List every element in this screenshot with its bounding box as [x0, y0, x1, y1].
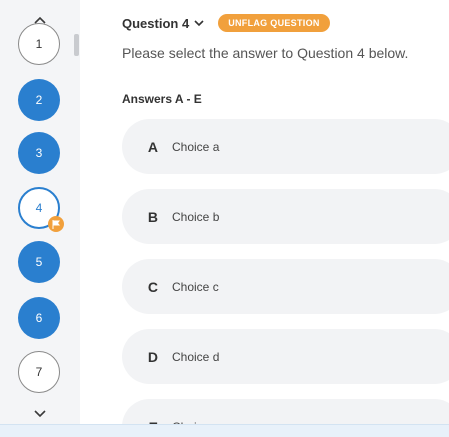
choice-b[interactable]: B Choice b [122, 189, 449, 244]
chevron-down-icon [194, 19, 204, 26]
flag-icon [52, 219, 60, 229]
choice-text: Choice b [172, 209, 220, 224]
choice-text: Choice a [172, 139, 220, 154]
question-number: 6 [35, 311, 43, 325]
question-4-button[interactable]: 4 [18, 187, 64, 232]
choice-letter: D [147, 348, 158, 365]
question-navigator: 1 2 3 4 5 6 7 [0, 0, 80, 424]
question-7-button[interactable]: 7 [18, 351, 60, 393]
question-number: 5 [35, 255, 43, 269]
choice-text: Choice d [172, 349, 220, 364]
question-panel: Question 4 UNFLAG QUESTION Please select… [80, 0, 449, 437]
question-number: 4 [35, 201, 43, 215]
choice-c[interactable]: C Choice c [122, 259, 449, 314]
question-number: 1 [35, 37, 43, 51]
question-number: 7 [35, 365, 43, 379]
question-6-button[interactable]: 6 [18, 297, 60, 339]
answers-heading: Answers A - E [122, 92, 202, 106]
question-instruction: Please select the answer to Question 4 b… [122, 45, 409, 61]
question-5-button[interactable]: 5 [18, 241, 60, 283]
navigator-scrollbar[interactable] [74, 34, 79, 56]
question-header: Question 4 UNFLAG QUESTION [122, 14, 330, 32]
question-number: 3 [35, 146, 43, 160]
chevron-down-icon [34, 410, 46, 418]
flag-badge [48, 216, 64, 232]
question-2-button[interactable]: 2 [18, 79, 60, 121]
question-number: 2 [35, 93, 43, 107]
question-dropdown-toggle[interactable] [194, 19, 204, 27]
question-3-button[interactable]: 3 [18, 132, 60, 174]
scroll-down-button[interactable] [0, 404, 80, 424]
choice-a[interactable]: A Choice a [122, 119, 449, 174]
choice-letter: B [147, 208, 158, 225]
choice-letter: C [147, 278, 158, 295]
unflag-question-button[interactable]: UNFLAG QUESTION [218, 14, 330, 32]
question-1-button[interactable]: 1 [18, 23, 60, 65]
bottom-bar [0, 424, 449, 437]
choice-d[interactable]: D Choice d [122, 329, 449, 384]
question-title: Question 4 [122, 15, 190, 31]
choice-text: Choice c [172, 279, 219, 294]
choice-letter: A [147, 138, 158, 155]
